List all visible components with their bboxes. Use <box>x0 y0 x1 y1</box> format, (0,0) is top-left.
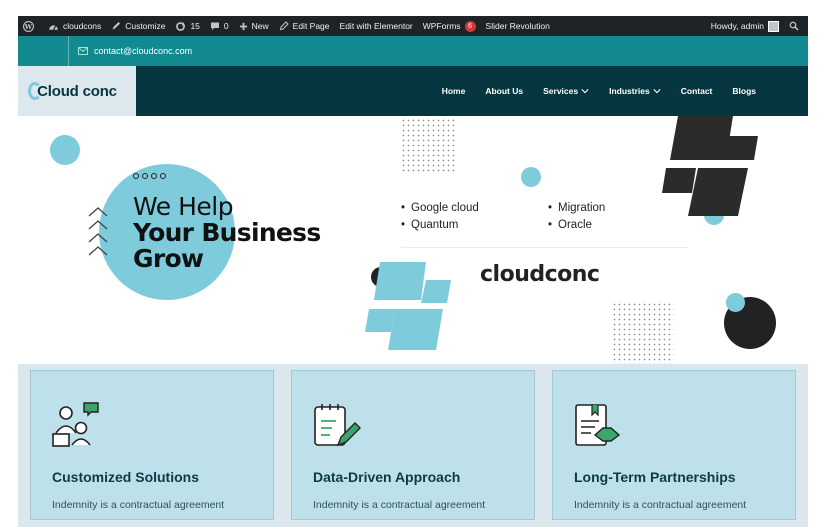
contact-email: contact@cloudconc.com <box>94 46 193 56</box>
new-label: New <box>251 21 269 31</box>
service-item: Quantum <box>401 219 479 236</box>
feature-title: Long-Term Partnerships <box>574 469 736 485</box>
service-item: Google cloud <box>401 202 479 219</box>
new-content-menu[interactable]: New <box>234 16 274 36</box>
services-col-left: Google cloud Quantum <box>401 202 479 236</box>
nav-services-label: Services <box>543 86 579 96</box>
decor-circle <box>726 293 745 312</box>
updates-icon <box>176 21 186 31</box>
feature-text: Indemnity is a contractual agreement <box>313 499 486 511</box>
team-chat-icon <box>52 402 99 447</box>
main-nav: Home About Us Services Industries Contac… <box>422 66 756 116</box>
svg-text:W: W <box>24 22 33 30</box>
wpforms-badge: 6 <box>464 20 476 32</box>
topbar-divider <box>68 36 69 66</box>
hero-heading-line3: Grow <box>133 244 204 273</box>
service-item: Oracle <box>548 219 605 236</box>
logo-mark-icon <box>28 82 42 100</box>
nav-contact-label: Contact <box>680 86 713 96</box>
chevron-down-icon <box>653 89 661 94</box>
account-menu[interactable]: Howdy, admin <box>706 16 784 36</box>
nav-about-label: About Us <box>485 86 524 96</box>
hero-heading-line2: Your Business <box>133 218 321 247</box>
updates-count: 15 <box>190 21 200 31</box>
edit-elementor-label: Edit with Elementor <box>339 21 413 31</box>
site-name-menu[interactable]: cloudcons <box>43 16 106 36</box>
edit-page-link[interactable]: Edit Page <box>274 16 335 36</box>
features-section: Customized Solutions Indemnity is a cont… <box>18 364 808 527</box>
top-contact-bar: contact@cloudconc.com <box>18 36 808 66</box>
nav-contact[interactable]: Contact <box>681 86 713 96</box>
hero-section: We Help Your Business Grow Google cloud … <box>18 116 808 364</box>
admin-search[interactable] <box>784 16 808 36</box>
hero-heading-line1: We Help <box>133 192 234 221</box>
plus-icon <box>239 22 247 30</box>
customize-label: Customize <box>125 21 166 31</box>
wordpress-icon: W <box>23 20 34 32</box>
contact-email-link[interactable]: contact@cloudconc.com <box>78 36 192 66</box>
browser-viewport: W cloudcons Customize 15 0 New Edit Page… <box>18 16 808 527</box>
dot-grid-decor <box>401 118 457 174</box>
customize-link[interactable]: Customize <box>106 16 170 36</box>
hero-dots-decor <box>133 173 166 179</box>
avatar <box>768 20 779 32</box>
comments-count: 0 <box>223 21 229 31</box>
logo-text: Cloud conc <box>37 82 117 100</box>
edit-elementor-link[interactable]: Edit with Elementor <box>335 16 418 36</box>
brush-icon <box>112 22 121 30</box>
feature-text: Indemnity is a contractual agreement <box>574 499 747 511</box>
nav-industries[interactable]: Industries <box>609 86 661 96</box>
services-divider <box>401 247 688 248</box>
services-col-right: Migration Oracle <box>548 202 605 236</box>
slider-revolution-label: Slider Revolution <box>485 21 550 31</box>
feature-title: Customized Solutions <box>52 469 199 485</box>
site-logo[interactable]: Cloud conc <box>18 66 136 116</box>
wp-logo-menu[interactable]: W <box>18 16 43 36</box>
service-item: Migration <box>548 202 605 219</box>
envelope-icon <box>78 47 88 55</box>
wpforms-label: WPForms <box>422 21 461 31</box>
site-header: Cloud conc Home About Us Services Indust… <box>18 66 808 116</box>
feature-card: Customized Solutions Indemnity is a cont… <box>30 370 274 520</box>
site-name: cloudcons <box>63 21 102 31</box>
chevron-down-icon <box>581 89 589 94</box>
nav-blogs[interactable]: Blogs <box>732 86 756 96</box>
dark-tiles-decor <box>662 116 758 216</box>
howdy-label: Howdy, admin <box>710 21 764 31</box>
feature-text: Indemnity is a contractual agreement <box>52 499 225 511</box>
wp-admin-bar: W cloudcons Customize 15 0 New Edit Page… <box>18 16 808 36</box>
decor-circle <box>521 167 541 187</box>
slider-revolution-menu[interactable]: Slider Revolution <box>481 16 555 36</box>
feature-title: Data-Driven Approach <box>313 469 461 485</box>
hero-brand-text: cloudconc <box>480 262 600 287</box>
contract-handshake-icon <box>575 404 621 446</box>
nav-home[interactable]: Home <box>442 86 466 96</box>
blue-tiles-decor <box>365 262 451 350</box>
dot-grid-decor <box>612 302 674 364</box>
nav-industries-label: Industries <box>609 86 650 96</box>
updates-link[interactable]: 15 <box>170 16 204 36</box>
search-icon <box>789 21 799 31</box>
nav-blogs-label: Blogs <box>732 86 756 96</box>
notepad-pencil-icon <box>314 404 361 447</box>
nav-about[interactable]: About Us <box>485 86 523 96</box>
dashboard-icon <box>49 24 58 30</box>
nav-services[interactable]: Services <box>543 86 589 96</box>
chevrons-up-icon <box>88 207 108 256</box>
feature-card: Long-Term Partnerships Indemnity is a co… <box>552 370 796 520</box>
wpforms-menu[interactable]: WPForms 6 <box>418 16 481 36</box>
edit-page-label: Edit Page <box>292 21 330 31</box>
nav-home-label: Home <box>441 86 466 96</box>
feature-card: Data-Driven Approach Indemnity is a cont… <box>291 370 535 520</box>
pencil-icon <box>279 21 289 31</box>
decor-circle <box>50 135 80 165</box>
comments-link[interactable]: 0 <box>205 16 234 36</box>
comment-icon <box>210 22 219 30</box>
